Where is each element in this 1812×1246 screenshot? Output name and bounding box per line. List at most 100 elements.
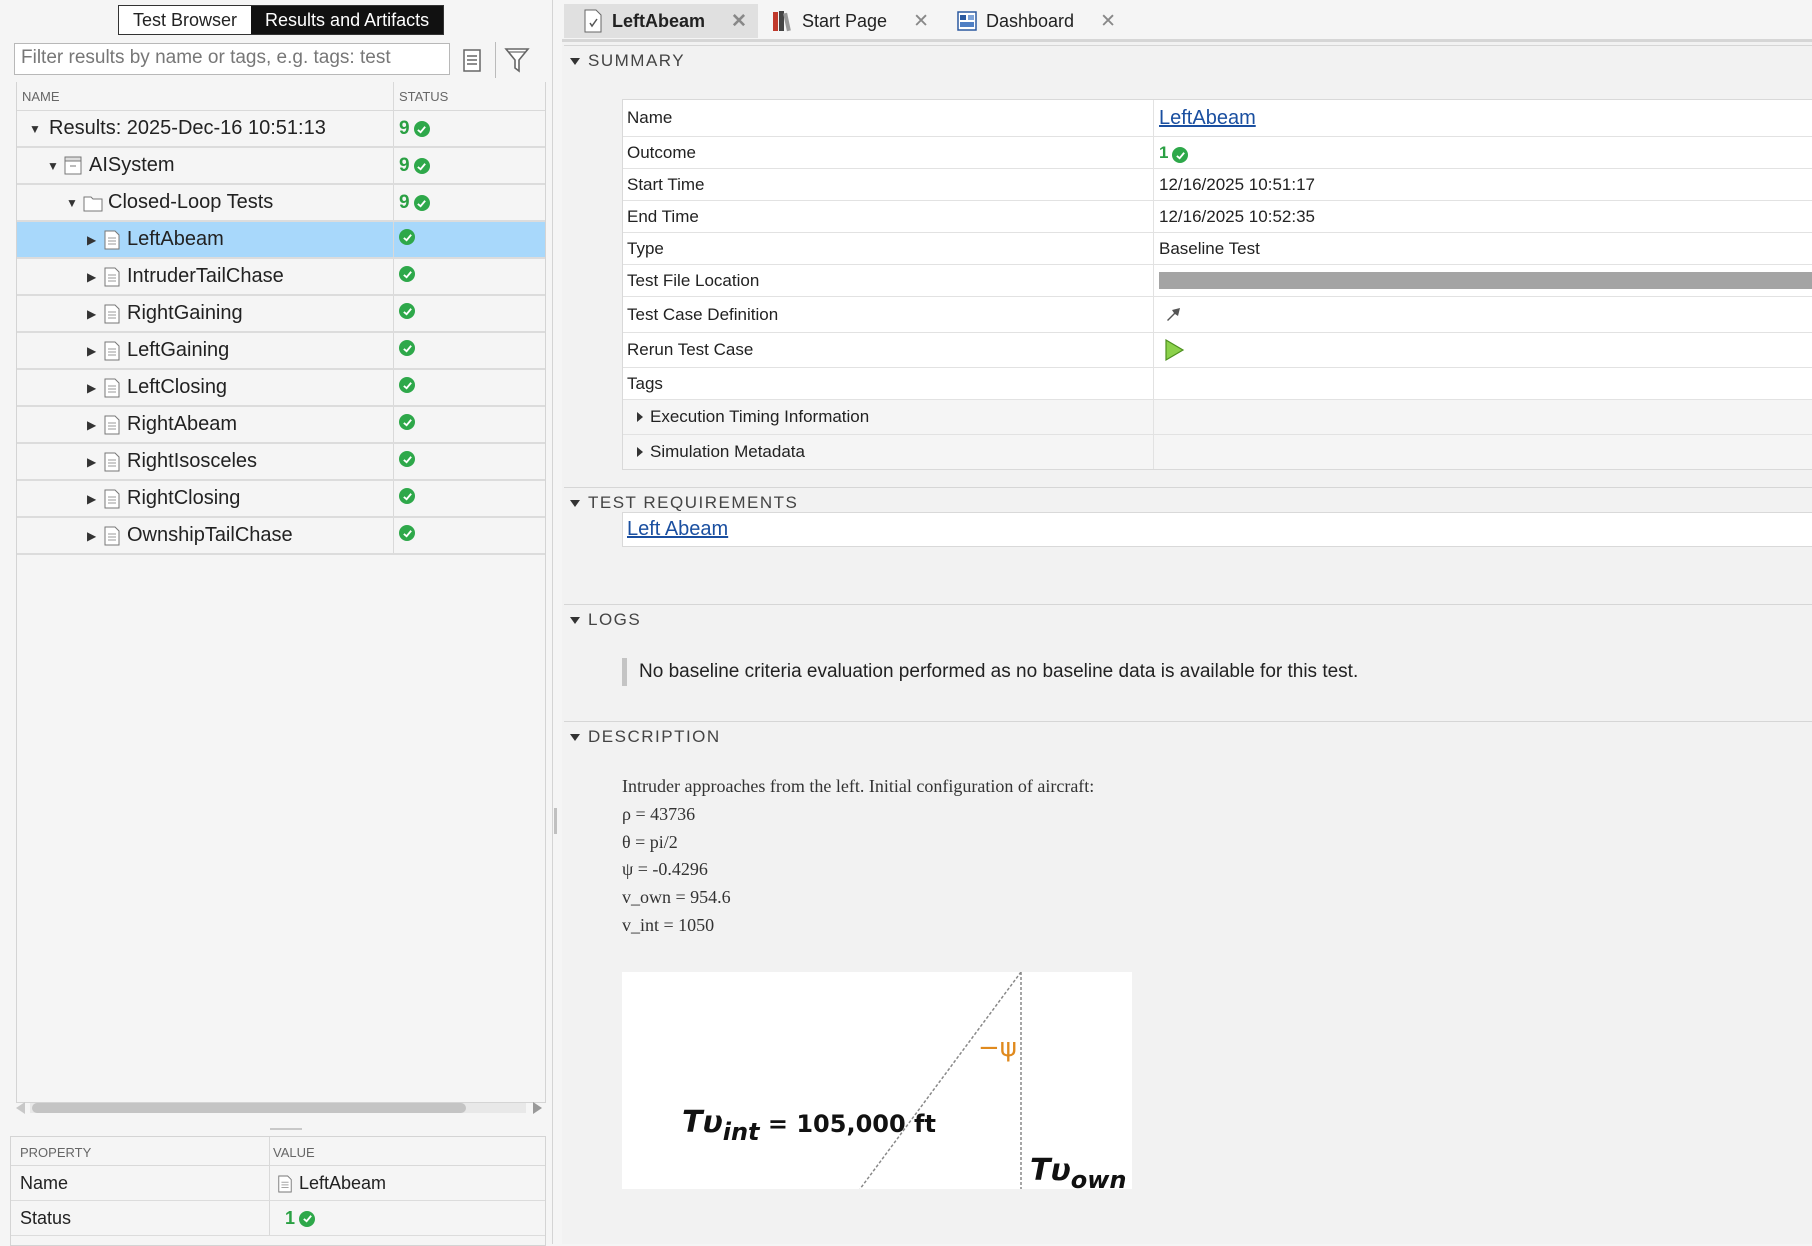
psi-angle-label: −ψ [978, 1033, 1017, 1063]
expand-triangle-icon[interactable] [637, 412, 643, 422]
view-toggle: Test Browser Results and Artifacts [118, 5, 445, 35]
name-column-header[interactable]: NAME [22, 89, 60, 104]
scroll-left-arrow-icon[interactable] [16, 1102, 25, 1114]
horizontal-scrollbar[interactable] [16, 1098, 544, 1118]
tree-row-test-case[interactable]: ▶ RightAbeam [17, 407, 545, 444]
pass-check-icon [413, 195, 430, 211]
collapsed-triangle-icon[interactable]: ▶ [87, 333, 96, 368]
tree-row-test-case[interactable]: ▶ LeftAbeam [17, 222, 545, 259]
tree-row-label: RightGaining [127, 302, 243, 324]
pane-splitter[interactable] [554, 808, 557, 834]
pass-check-icon [399, 488, 415, 504]
collapse-triangle-icon[interactable] [570, 733, 580, 741]
summary-table: Name LeftAbeam Outcome 1 Start Time 12/1… [622, 99, 1812, 470]
collapse-triangle-icon[interactable] [570, 57, 580, 65]
tree-row-closed-loop-tests[interactable]: ▼ Closed-Loop Tests 9 [17, 185, 545, 222]
toolbar-divider [495, 42, 496, 78]
test-case-icon [104, 341, 120, 361]
summary-row-file-location: Test File Location [623, 265, 1812, 297]
tree-row-aisystem[interactable]: ▼ AISystem 9 [17, 148, 545, 185]
test-case-icon [278, 1175, 292, 1192]
open-definition-icon[interactable] [1163, 304, 1183, 324]
test-case-icon [104, 452, 120, 472]
result-report: SUMMARY Name LeftAbeam Outcome 1 Start T… [562, 45, 1812, 1244]
encounter-geometry-diagram: −ψ Tυint = 105,000 ft Tυown = [622, 972, 1132, 1189]
collapsed-triangle-icon[interactable]: ▶ [87, 444, 96, 479]
expand-triangle-icon[interactable] [637, 447, 643, 457]
close-tab-icon[interactable]: ✕ [1100, 10, 1116, 33]
collapse-triangle-icon[interactable] [570, 499, 580, 507]
rerun-play-icon[interactable] [1163, 338, 1185, 362]
requirement-link[interactable]: Left Abeam [627, 518, 728, 541]
log-message: No baseline criteria evaluation performe… [622, 658, 1358, 686]
value-column-header: VALUE [273, 1145, 315, 1160]
tab-dashboard[interactable]: Dashboard ✕ [956, 4, 1116, 38]
tree-row-test-case[interactable]: ▶ IntruderTailChase [17, 259, 545, 296]
test-case-icon [584, 9, 602, 33]
filter-box [14, 43, 450, 75]
tv-own-label: Tυown = [1030, 1153, 1132, 1189]
tree-row-test-case[interactable]: ▶ LeftGaining [17, 333, 545, 370]
tab-start-page[interactable]: Start Page ✕ [772, 4, 929, 38]
collapsed-triangle-icon[interactable]: ▶ [87, 296, 96, 331]
summary-row-metadata[interactable]: Simulation Metadata [623, 435, 1812, 469]
collapsed-triangle-icon[interactable]: ▶ [87, 407, 96, 442]
test-case-icon [104, 489, 120, 509]
collapsed-triangle-icon[interactable]: ▶ [87, 481, 96, 516]
expanded-triangle-icon[interactable]: ▼ [29, 111, 41, 146]
summary-row-definition: Test Case Definition [623, 297, 1812, 333]
results-and-artifacts-tab[interactable]: Results and Artifacts [251, 6, 444, 34]
pass-check-icon [299, 1210, 316, 1227]
test-name-link[interactable]: LeftAbeam [1159, 107, 1256, 130]
collapsed-triangle-icon[interactable]: ▶ [87, 518, 96, 553]
tree-row-label: Closed-Loop Tests [108, 191, 274, 213]
pass-check-icon [399, 229, 415, 245]
summary-row-type: Type Baseline Test [623, 233, 1812, 265]
summary-row-timing[interactable]: Execution Timing Information [623, 400, 1812, 435]
document-area: LeftAbeam ✕ Start Page ✕ Dashboard ✕ SUM… [562, 0, 1812, 1244]
scroll-right-arrow-icon[interactable] [533, 1102, 542, 1114]
close-tab-icon[interactable]: ✕ [731, 10, 747, 33]
collapsed-triangle-icon[interactable]: ▶ [87, 370, 96, 405]
filter-input[interactable] [15, 44, 447, 72]
property-row-name: Name LeftAbeam [11, 1166, 545, 1201]
filter-funnel-icon[interactable] [504, 46, 530, 74]
scroll-thumb[interactable] [32, 1103, 466, 1113]
requirements-section-header[interactable]: TEST REQUIREMENTS [570, 493, 798, 513]
tree-row-test-case[interactable]: ▶ RightClosing [17, 481, 545, 518]
results-tree: NAME STATUS ▼ Results: 2025-Dec-16 10:51… [16, 82, 546, 1103]
pass-check-icon [399, 525, 415, 541]
summary-row-end-time: End Time 12/16/2025 10:52:35 [623, 201, 1812, 233]
collapsed-triangle-icon[interactable]: ▶ [87, 259, 96, 294]
test-browser-tab[interactable]: Test Browser [119, 6, 252, 34]
expanded-triangle-icon[interactable]: ▼ [47, 148, 59, 183]
collapsed-triangle-icon[interactable]: ▶ [87, 222, 96, 257]
expanded-triangle-icon[interactable]: ▼ [66, 185, 78, 220]
tree-row-results[interactable]: ▼ Results: 2025-Dec-16 10:51:13 9 [17, 111, 545, 148]
tree-row-test-case[interactable]: ▶ OwnshipTailChase [17, 518, 545, 555]
logs-section-header[interactable]: LOGS [570, 610, 641, 630]
property-row-status: Status 1 [11, 1201, 545, 1236]
outcome-value: 1 [1159, 143, 1189, 163]
summary-row-name: Name LeftAbeam [623, 100, 1812, 137]
tv-int-label: Tυint = 105,000 ft [682, 1105, 936, 1146]
status-column-header[interactable]: STATUS [399, 89, 448, 104]
property-header: PROPERTY VALUE [11, 1137, 545, 1166]
tree-row-test-case[interactable]: ▶ LeftClosing [17, 370, 545, 407]
panel-resize-grip[interactable] [270, 1128, 302, 1130]
tree-row-test-case[interactable]: ▶ RightIsosceles [17, 444, 545, 481]
pass-check-icon [1172, 147, 1189, 163]
tree-row-test-case[interactable]: ▶ RightGaining [17, 296, 545, 333]
pass-check-icon [399, 340, 415, 356]
list-view-icon[interactable] [460, 48, 486, 74]
collapse-triangle-icon[interactable] [570, 616, 580, 624]
summary-section-header[interactable]: SUMMARY [570, 51, 685, 71]
close-tab-icon[interactable]: ✕ [913, 10, 929, 33]
requirements-box: Left Abeam [622, 512, 1812, 547]
description-section-header[interactable]: DESCRIPTION [570, 727, 721, 747]
summary-row-tags: Tags [623, 368, 1812, 400]
tree-row-label: AISystem [89, 154, 175, 176]
tab-leftabeam[interactable]: LeftAbeam ✕ [564, 4, 758, 38]
folder-icon [83, 196, 103, 212]
tree-row-label: RightAbeam [127, 413, 238, 435]
